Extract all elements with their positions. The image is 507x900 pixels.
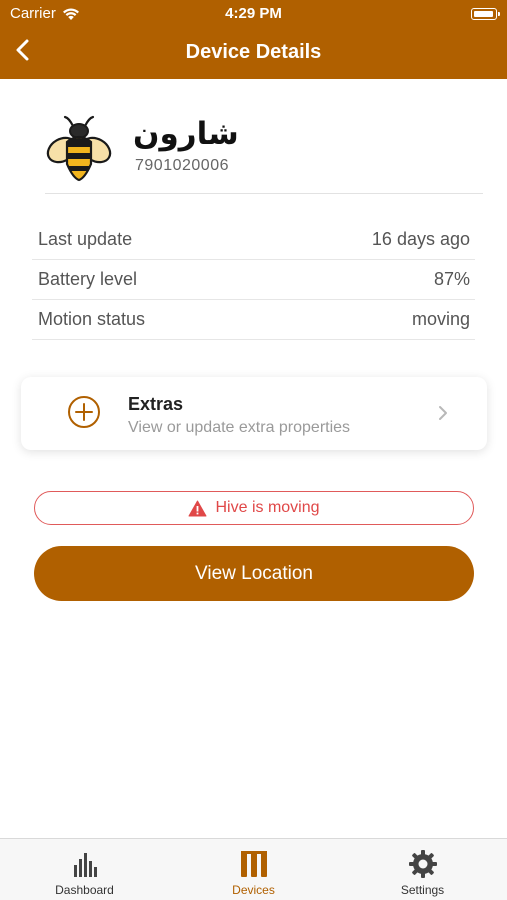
info-label: Motion status bbox=[38, 309, 146, 329]
extras-subtitle: View or update extra properties bbox=[128, 419, 351, 436]
info-label: Last update bbox=[38, 229, 133, 249]
info-value: 16 days ago bbox=[371, 229, 470, 249]
warning-icon bbox=[188, 500, 207, 516]
tab-label: Dashboard bbox=[55, 883, 114, 897]
chevron-right-icon bbox=[439, 406, 447, 420]
nav-bar: Device Details bbox=[0, 28, 507, 79]
tab-bar: Dashboard Devices Settings bbox=[0, 838, 507, 900]
hive-frames-icon bbox=[240, 851, 267, 877]
extras-card[interactable]: Extras View or update extra properties bbox=[21, 377, 487, 450]
info-value: 87% bbox=[433, 269, 470, 289]
page-title: Device Details bbox=[185, 41, 322, 63]
info-list: Last update 16 days ago Battery level 87… bbox=[32, 220, 475, 340]
alert-text: Hive is moving bbox=[215, 499, 320, 516]
tab-label: Devices bbox=[232, 883, 275, 897]
extras-title: Extras bbox=[128, 394, 184, 414]
status-time: 4:29 PM bbox=[225, 5, 282, 22]
tab-label: Settings bbox=[400, 883, 445, 897]
view-location-button[interactable]: View Location bbox=[34, 546, 474, 601]
gear-icon bbox=[408, 850, 437, 878]
info-row-last-update: Last update 16 days ago bbox=[32, 220, 475, 260]
device-header: شارون 7901020006 bbox=[45, 108, 483, 194]
battery-icon bbox=[471, 8, 500, 20]
tab-dashboard[interactable]: Dashboard bbox=[0, 839, 169, 900]
device-serial: 7901020006 bbox=[135, 157, 229, 174]
info-row-battery-level: Battery level 87% bbox=[32, 260, 475, 300]
add-circle-icon bbox=[68, 396, 100, 428]
info-row-motion-status: Motion status moving bbox=[32, 300, 475, 340]
info-label: Battery level bbox=[38, 269, 138, 289]
bar-chart-icon bbox=[73, 853, 97, 877]
device-name: شارون bbox=[133, 116, 239, 152]
bee-icon bbox=[46, 115, 112, 182]
status-bar: Carrier 4:29 PM bbox=[0, 0, 507, 28]
motion-alert-banner: Hive is moving bbox=[34, 491, 474, 525]
info-value: moving bbox=[411, 309, 470, 329]
header: Carrier 4:29 PM Device Details bbox=[0, 0, 507, 79]
tab-settings[interactable]: Settings bbox=[338, 839, 507, 900]
tab-devices[interactable]: Devices bbox=[169, 839, 338, 900]
